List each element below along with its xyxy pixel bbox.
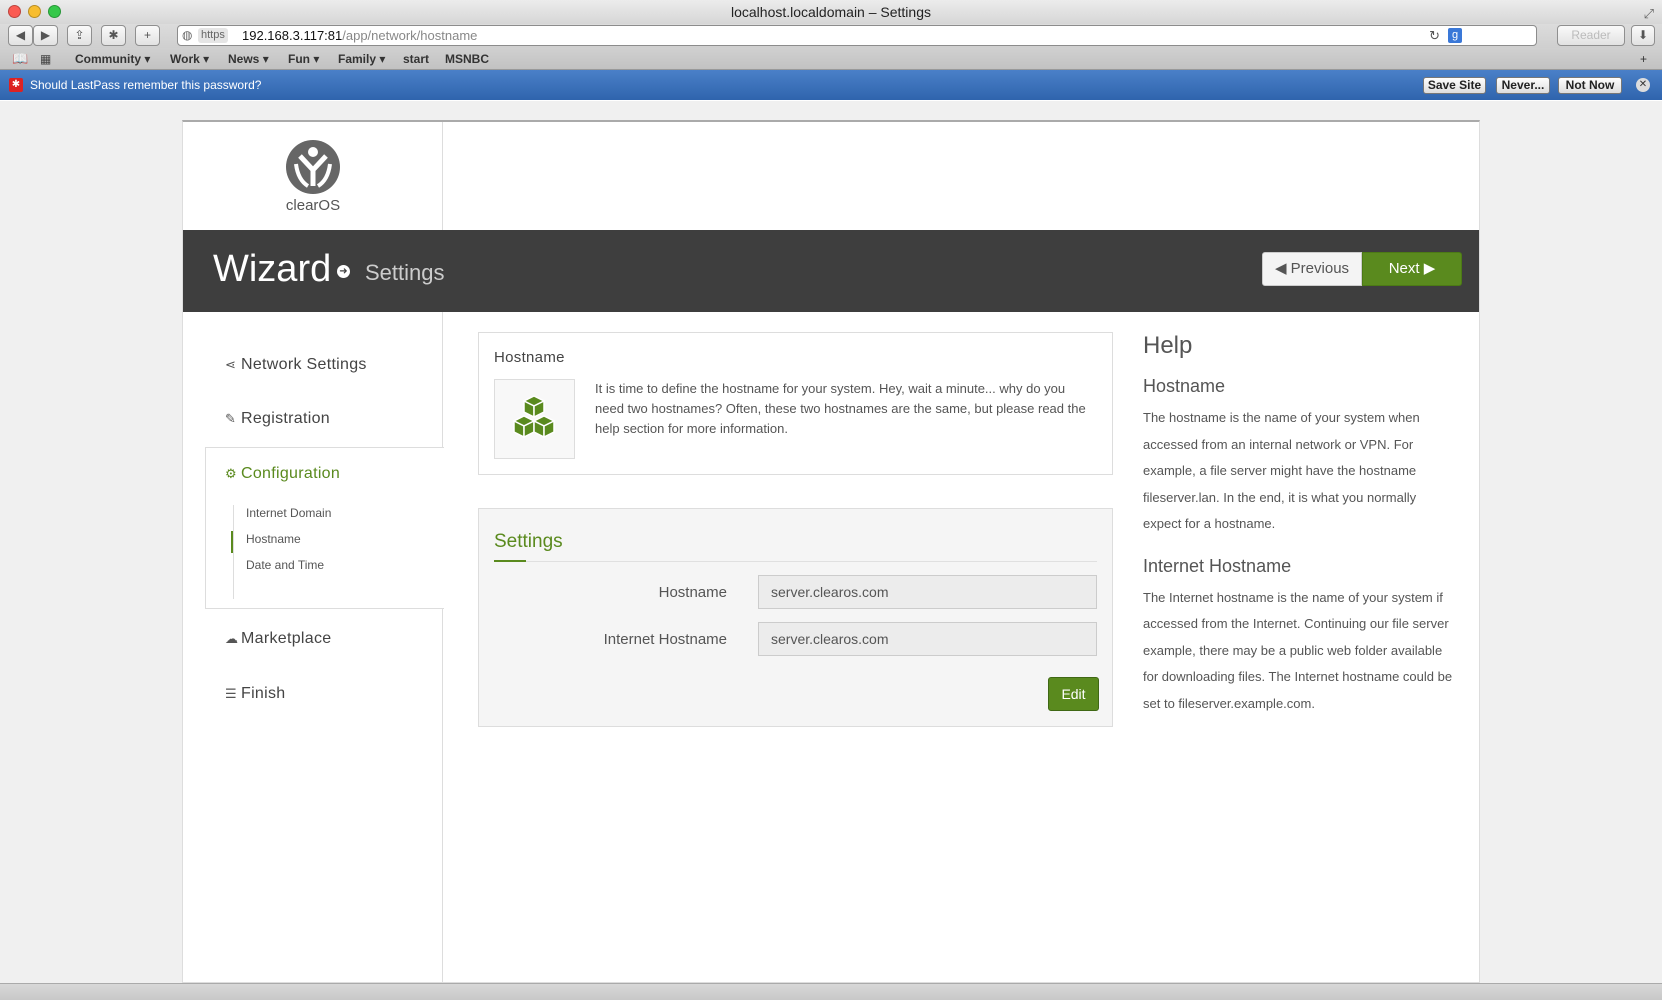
arrow-left-circle-icon: ◀ xyxy=(1274,260,1287,277)
gears-icon: ⚙ xyxy=(225,466,237,481)
fullscreen-icon[interactable]: ⤢ xyxy=(1644,2,1654,26)
previous-button[interactable]: ◀ Previous xyxy=(1262,252,1362,286)
top-sites-icon[interactable]: ▦ xyxy=(40,48,51,70)
previous-button-label: Previous xyxy=(1290,260,1350,277)
help-text-internet-hostname: The Internet hostname is the name of you… xyxy=(1143,589,1453,711)
logo-text: clearOS xyxy=(285,197,341,214)
page-title: Wizard xyxy=(213,248,332,290)
internet-hostname-label: Internet Hostname xyxy=(603,631,727,648)
subnav-rail xyxy=(233,505,234,599)
bookmark-label: News xyxy=(228,52,260,66)
settings-card-title: Settings xyxy=(494,531,563,552)
browser-status-bar xyxy=(0,983,1662,1000)
arrow-right-circle-icon: ➜ xyxy=(337,265,350,278)
bookmark-msnbc[interactable]: MSNBC xyxy=(445,48,489,70)
edit-button[interactable]: Edit xyxy=(1048,677,1099,711)
browser-toolbar: ◀ ▶ ⇪ ✱ + ◍ https 192.168.3.117:81/app/n… xyxy=(0,24,1662,48)
url-path: /app/network/hostname xyxy=(342,28,478,43)
nav-item-marketplace[interactable]: ☁ Marketplace xyxy=(225,630,331,648)
share-button[interactable]: ⇪ xyxy=(67,25,92,46)
bookmark-start[interactable]: start xyxy=(403,48,429,70)
save-site-button[interactable]: Save Site xyxy=(1423,77,1486,94)
add-tab-icon[interactable]: + xyxy=(1640,48,1647,70)
nav-item-registration[interactable]: ✎ Registration xyxy=(225,410,330,428)
app-page: clearOS Wizard ➜ Settings ◀ Previous Nex… xyxy=(182,120,1480,983)
hostname-field[interactable]: server.clearos.com xyxy=(758,575,1097,609)
help-text-hostname: The hostname is the name of your system … xyxy=(1143,410,1420,531)
settings-card: Settings Hostname server.clearos.com Int… xyxy=(478,508,1113,727)
downloads-button[interactable]: ⬇ xyxy=(1631,25,1655,46)
intro-card: Hostname It is time to define the hostna… xyxy=(478,332,1113,475)
extensions-button[interactable]: ✱ xyxy=(101,25,126,46)
nav-item-configuration[interactable]: ⚙ Configuration xyxy=(225,465,340,483)
pencil-icon: ✎ xyxy=(225,411,237,426)
address-bar[interactable]: ◍ https 192.168.3.117:81/app/network/hos… xyxy=(177,25,1537,46)
lastpass-notification-bar: ✱ Should LastPass remember this password… xyxy=(0,70,1662,100)
close-icon[interactable]: ✕ xyxy=(1636,78,1650,92)
intro-card-title: Hostname xyxy=(494,349,565,366)
reading-list-icon[interactable]: 📖 xyxy=(12,48,28,70)
globe-icon: ◍ xyxy=(182,28,193,42)
hostname-label: Hostname xyxy=(658,584,727,601)
arrow-right-circle-icon: ▶ xyxy=(1423,260,1436,277)
page-subtitle: Settings xyxy=(365,260,445,285)
cloud-download-icon: ☁ xyxy=(225,631,239,646)
minimize-window-button[interactable] xyxy=(28,5,41,18)
window-title: localhost.localdomain – Settings xyxy=(730,4,931,20)
help-heading-hostname: Hostname xyxy=(1143,376,1226,396)
clearos-logo-icon xyxy=(286,140,340,194)
bookmark-work[interactable]: Work ▾ xyxy=(170,48,209,70)
new-tab-button[interactable]: + xyxy=(135,25,160,46)
bookmarks-bar: 📖 ▦ Community ▾ Work ▾ News ▾ Fun ▾ Fami… xyxy=(0,48,1662,70)
nav-item-label: Network Settings xyxy=(241,356,367,373)
divider-accent xyxy=(494,560,526,562)
internet-hostname-field[interactable]: server.clearos.com xyxy=(758,622,1097,656)
not-now-button[interactable]: Not Now xyxy=(1558,77,1622,94)
divider xyxy=(494,561,1097,562)
wizard-header: Wizard ➜ Settings ◀ Previous Next ▶ xyxy=(183,230,1479,312)
url-host: 192.168.3.117:81 xyxy=(242,28,343,43)
bookmark-label: Work xyxy=(170,52,200,66)
subnav-date-and-time[interactable]: Date and Time xyxy=(246,558,324,572)
nav-item-network-settings[interactable]: ⋖ Network Settings xyxy=(225,356,367,374)
list-icon: ☰ xyxy=(225,686,237,701)
never-button[interactable]: Never... xyxy=(1496,77,1550,94)
bookmark-label: Family xyxy=(338,52,377,66)
nav-item-label: Configuration xyxy=(241,465,341,482)
close-window-button[interactable] xyxy=(8,5,21,18)
intro-card-description: It is time to define the hostname for yo… xyxy=(595,381,1086,436)
bookmark-fun[interactable]: Fun ▾ xyxy=(288,48,319,70)
window-titlebar: localhost.localdomain – Settings ⤢ xyxy=(0,0,1662,24)
nav-item-label: Marketplace xyxy=(241,630,332,647)
nav-item-label: Finish xyxy=(241,685,286,702)
bookmark-label: Community xyxy=(75,52,141,66)
bookmark-news[interactable]: News ▾ xyxy=(228,48,269,70)
forward-button[interactable]: ▶ xyxy=(33,25,58,46)
back-button[interactable]: ◀ xyxy=(8,25,33,46)
bookmark-family[interactable]: Family ▾ xyxy=(338,48,385,70)
help-panel: Help Hostname The hostname is the name o… xyxy=(1143,332,1453,717)
subnav-internet-domain[interactable]: Internet Domain xyxy=(246,506,331,520)
share-icon: ⋖ xyxy=(225,357,237,372)
reload-icon[interactable]: ↻ xyxy=(1429,26,1440,45)
reader-button[interactable]: Reader xyxy=(1557,25,1625,46)
subnav-active-indicator xyxy=(231,531,233,553)
help-heading-internet-hostname: Internet Hostname xyxy=(1143,555,1292,576)
https-badge: https xyxy=(198,28,228,43)
lastpass-icon: ✱ xyxy=(9,78,23,92)
google-search-icon[interactable]: g xyxy=(1448,28,1462,43)
wizard-sidebar: ⋖ Network Settings ✎ Registration ⚙ Configu… xyxy=(183,312,444,983)
bookmark-label: Fun xyxy=(288,52,310,66)
next-button-label: Next xyxy=(1388,260,1420,277)
subnav-hostname[interactable]: Hostname xyxy=(246,532,301,546)
help-title: Help xyxy=(1143,332,1193,359)
lastpass-message: Should LastPass remember this password? xyxy=(30,78,262,92)
nav-item-label: Registration xyxy=(241,410,330,427)
zoom-window-button[interactable] xyxy=(48,5,61,18)
bookmark-community[interactable]: Community ▾ xyxy=(75,48,150,70)
cubes-icon xyxy=(494,379,575,459)
next-button[interactable]: Next ▶ xyxy=(1362,252,1462,286)
logo-area: clearOS xyxy=(183,122,443,230)
nav-item-finish[interactable]: ☰ Finish xyxy=(225,685,285,703)
